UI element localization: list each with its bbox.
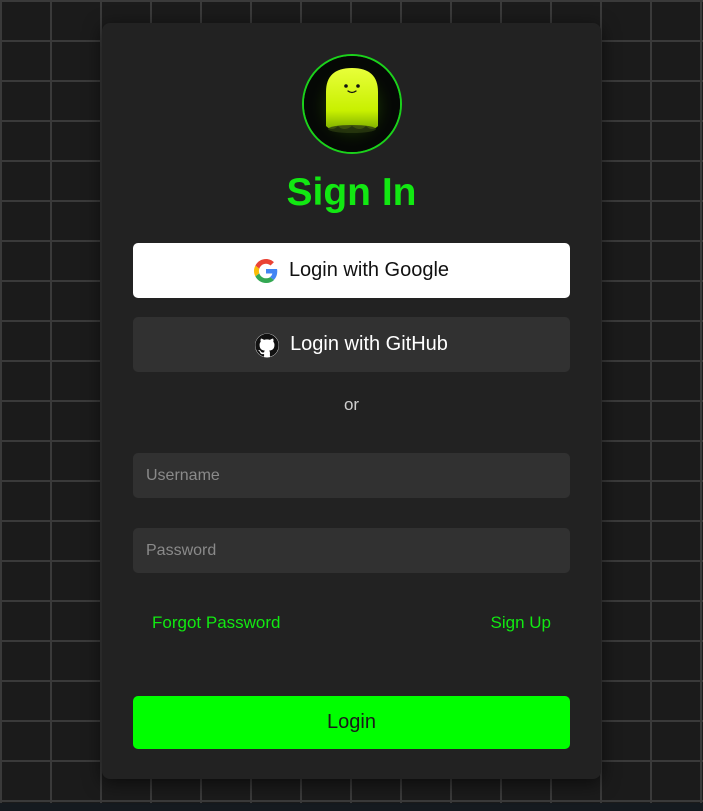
google-icon [253,258,278,283]
forgot-password-link[interactable]: Forgot Password [152,613,281,633]
sign-up-link[interactable]: Sign Up [491,613,551,633]
or-divider: or [343,395,360,414]
github-icon [255,333,280,357]
login-github-label: Login with GitHub [290,333,448,355]
login-google-button[interactable]: Login with Google [133,243,570,298]
login-google-label: Login with Google [288,259,450,281]
login-button[interactable]: Login [133,696,570,749]
login-github-button[interactable]: Login with GitHub [133,317,570,372]
page-title: Sign In [286,171,417,214]
username-input[interactable] [133,453,570,498]
ghost-mascot-icon [302,54,402,154]
password-input[interactable] [133,528,570,573]
bottom-bar [0,803,703,811]
sign-in-card: Sign In Login with Google Login with Git… [102,23,601,779]
